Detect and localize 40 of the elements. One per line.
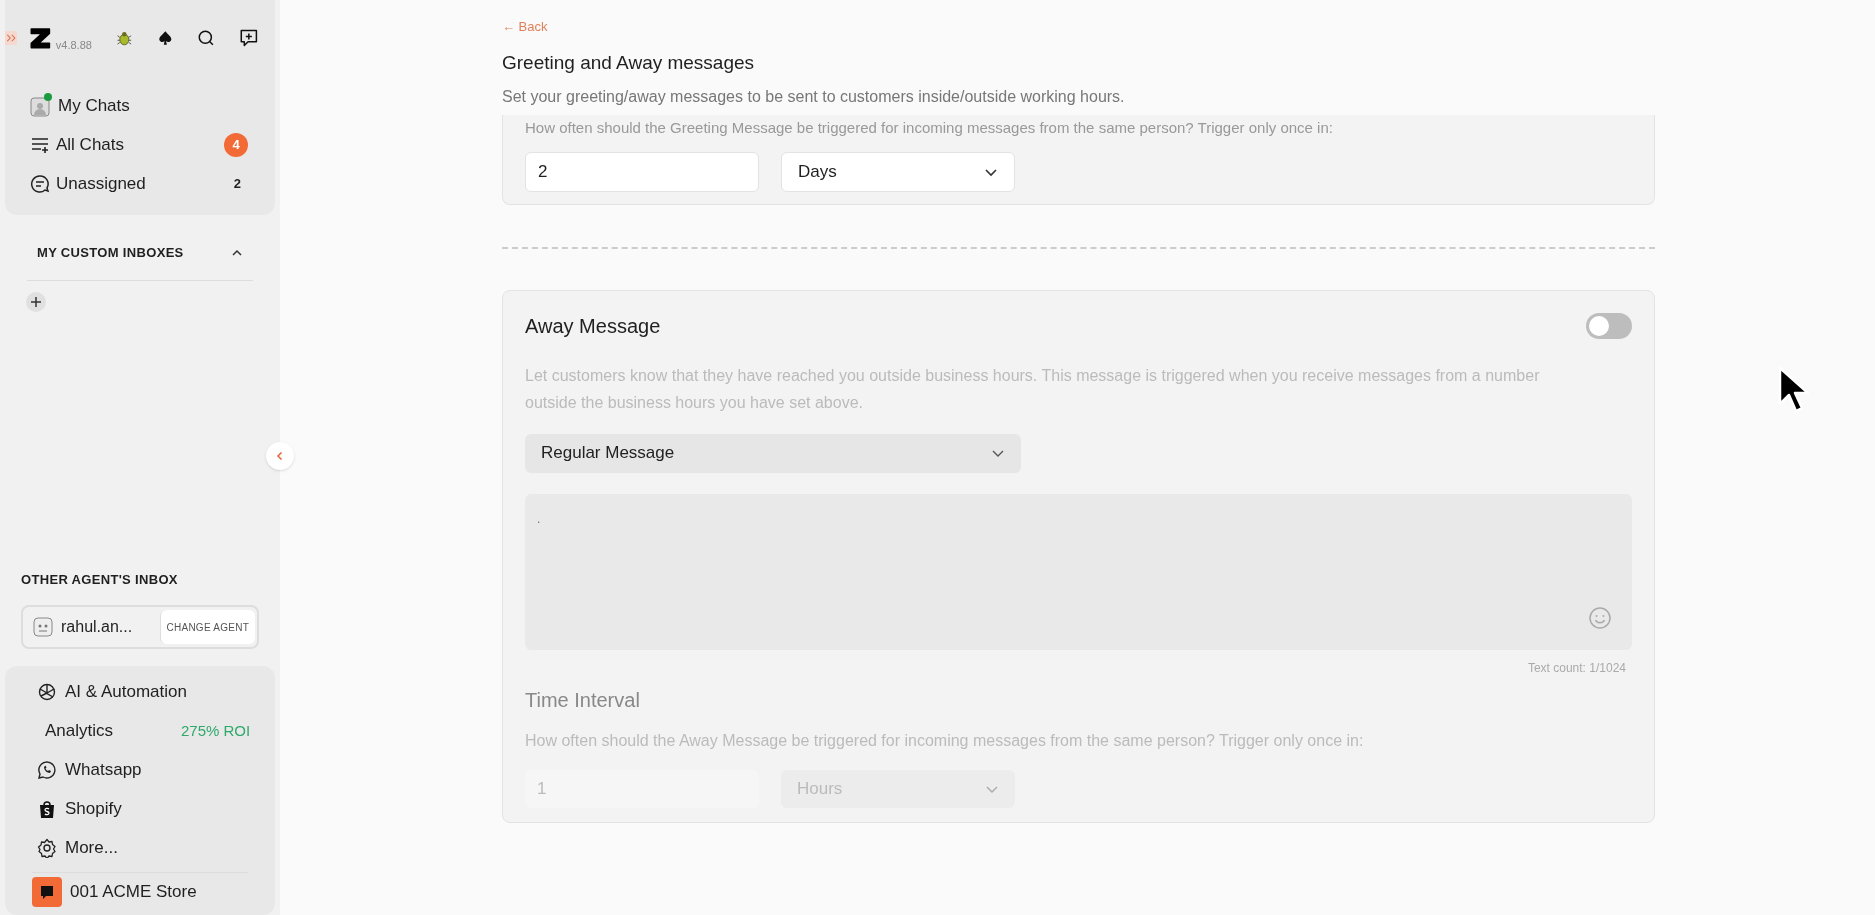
section-heading: OTHER AGENT'S INBOX (20, 570, 179, 589)
shopping-bag-icon (37, 799, 57, 819)
interval-question: How often should the Away Message be triggered for incoming messages from the same person? Trigger only once in: (525, 730, 1365, 751)
card-title: Away Message (525, 313, 661, 339)
message-text-area[interactable]: . (525, 493, 1632, 650)
change-agent-button[interactable]: CHANGE AGENT (159, 610, 255, 644)
store-selector[interactable]: 001 ACME Store (32, 872, 248, 907)
section-heading: MY CUSTOM INBOXES (37, 244, 184, 262)
interval-value-field[interactable]: 2 (525, 151, 759, 192)
agent-name: rahul.an... (61, 617, 134, 637)
robot-icon (33, 617, 53, 637)
add-inbox-button[interactable] (26, 291, 46, 312)
chevron-left-icon (275, 451, 285, 461)
interval-question: How often should the Greeting Message be triggered for incoming messages from the same person? Trigger only once in: (525, 118, 1334, 138)
page-subtitle: Set your greeting/away messages to be sent to customers inside/outside working hours. (502, 87, 1126, 107)
interval-unit-dropdown[interactable]: Days (781, 151, 1015, 192)
nav-item[interactable]: My Chats (30, 91, 250, 121)
avatar-icon (30, 95, 52, 117)
plus-icon (31, 296, 41, 307)
count-label: 2 (233, 175, 241, 194)
phone-bubble-icon (37, 760, 57, 780)
menu-item[interactable]: AI & Automation (37, 678, 243, 706)
roi-label: 275% ROI (181, 720, 251, 741)
list-icon (30, 135, 50, 155)
text-count: Text count: 1/1024 (1527, 659, 1626, 677)
card-description: Let customers know that they have reached you outside business hours. This message is triggered when you receive messages from a number outside the business hours you have set above. (525, 365, 1541, 413)
gear-icon (37, 838, 57, 858)
chat-bubble-icon (30, 174, 50, 194)
menu-item[interactable]: Shopify (37, 795, 243, 823)
page-title: Greeting and Away messages (502, 50, 756, 75)
nav-item[interactable]: Unassigned 2 (30, 169, 250, 199)
menu-item[interactable]: Whatsapp (37, 756, 243, 784)
version-label: v4.8.88 (55, 38, 92, 54)
section-title: Time Interval (525, 687, 641, 713)
away-toggle[interactable] (1586, 312, 1632, 339)
message-type-dropdown[interactable]: Regular Message (525, 433, 1021, 473)
count-badge: 4 (224, 133, 248, 157)
menu-item[interactable]: More... (37, 834, 243, 862)
nav-item[interactable]: All Chats 4 (30, 130, 250, 160)
store-icon (32, 877, 62, 907)
